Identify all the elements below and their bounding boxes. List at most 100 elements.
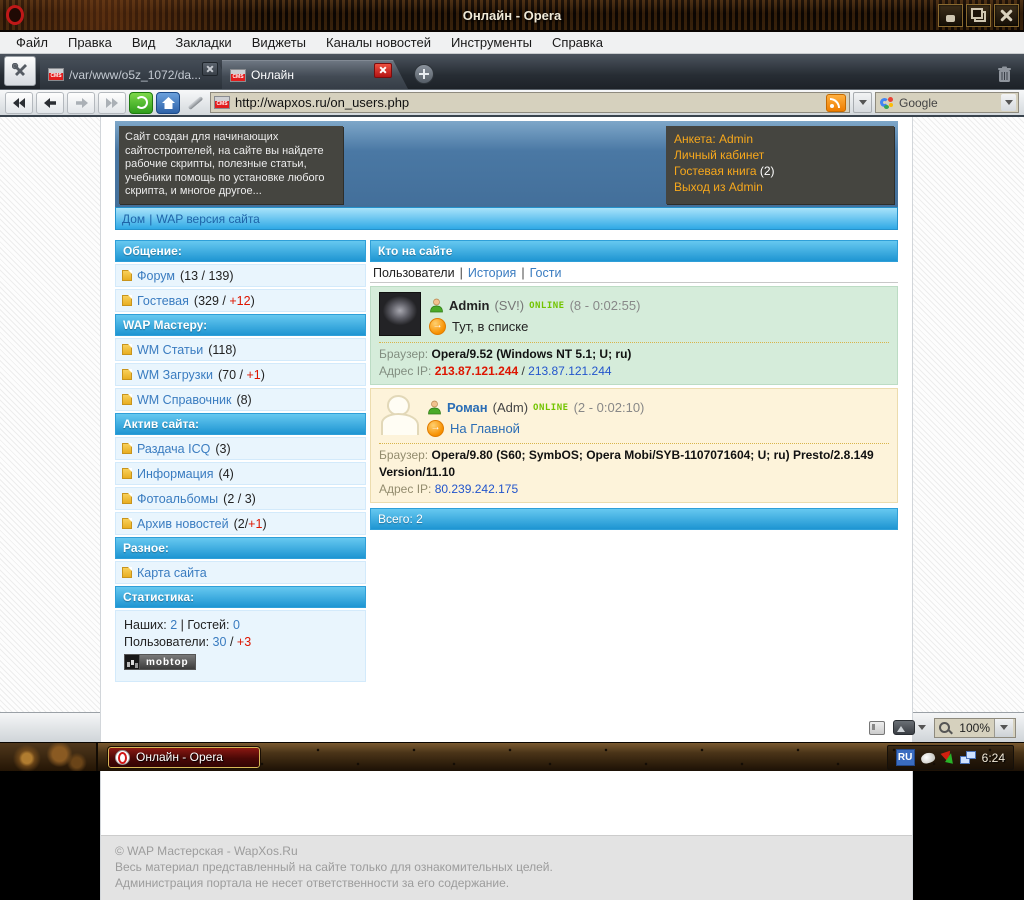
- search-input[interactable]: Google: [875, 92, 1019, 113]
- minimize-button[interactable]: [938, 3, 963, 27]
- menu-help[interactable]: Справка: [542, 33, 613, 52]
- breadcrumb-home-link[interactable]: Дом: [122, 212, 145, 226]
- start-button[interactable]: [0, 743, 98, 771]
- tray-clock[interactable]: 6:24: [982, 751, 1005, 765]
- search-dropdown-button[interactable]: [1001, 94, 1016, 111]
- menu-bookmarks[interactable]: Закладки: [165, 33, 241, 52]
- note-button[interactable]: [183, 93, 207, 113]
- home-icon: [161, 96, 175, 109]
- session-info: (2 - 0:02:10): [573, 400, 645, 415]
- arrow-icon: →: [427, 420, 444, 437]
- images-toggle-button[interactable]: [893, 720, 926, 735]
- sidebar-item-information[interactable]: Информация (4): [115, 462, 366, 485]
- menu-edit[interactable]: Правка: [58, 33, 122, 52]
- menu-file[interactable]: Файл: [6, 33, 58, 52]
- mobtop-badge[interactable]: mobtop: [124, 654, 196, 670]
- copyright-line: © WAP Мастерская - WapXos.Ru: [115, 844, 298, 858]
- avatar: [379, 292, 421, 336]
- online-badge: ONLINE: [533, 402, 569, 413]
- tab-background-page[interactable]: CMS /var/www/o5z_1072/da...: [40, 60, 232, 89]
- user-group: (SV!): [494, 298, 525, 313]
- menu-widgets[interactable]: Виджеты: [242, 33, 316, 52]
- online-tabs: Пользователи | История | Гости: [370, 263, 898, 283]
- fast-forward-button[interactable]: [98, 91, 126, 114]
- avatar: [379, 393, 419, 436]
- guestbook-link[interactable]: Гостевая книга: [674, 163, 757, 179]
- sidebar-item-news-archive[interactable]: Архив новостей (2/+1): [115, 512, 366, 535]
- online-user-entry: Роман (Adm) ONLINE (2 - 0:02:10) → На Гл…: [370, 388, 898, 503]
- site-header: Сайт создан для начинающих сайтостроител…: [115, 121, 898, 207]
- forward-button[interactable]: [67, 91, 95, 114]
- home-button[interactable]: [156, 91, 180, 114]
- closed-tabs-button[interactable]: [997, 66, 1012, 83]
- disclaimer-line-1: Весь материал представленный на сайте то…: [115, 860, 553, 874]
- sidebar-item-guestbook[interactable]: Гостевая (329 / +12): [115, 289, 366, 312]
- restore-button[interactable]: [966, 3, 991, 27]
- rewind-button[interactable]: [5, 91, 33, 114]
- new-tab-button[interactable]: [414, 64, 434, 84]
- opera-window: Онлайн - Opera Файл Правка Вид Закладки …: [0, 0, 1024, 900]
- chevron-down-icon: [858, 100, 867, 105]
- sidebar-item-articles[interactable]: WM Статьи (118): [115, 338, 366, 361]
- bar-chart-icon: [125, 655, 140, 669]
- cms-favicon-icon: CMS: [48, 68, 64, 81]
- url-text[interactable]: http://wapxos.ru/on_users.php: [235, 95, 821, 110]
- site-description: Сайт создан для начинающих сайтостроител…: [119, 126, 343, 204]
- close-icon: [1000, 9, 1013, 22]
- menu-feeds[interactable]: Каналы новостей: [316, 33, 441, 52]
- user-location[interactable]: На Главной: [450, 421, 520, 436]
- panels-icon[interactable]: [869, 720, 885, 735]
- tab-label: /var/www/o5z_1072/da...: [69, 67, 202, 82]
- panels-toggle-button[interactable]: [4, 56, 36, 86]
- back-button[interactable]: [36, 91, 64, 114]
- trash-icon: [998, 66, 1011, 82]
- sidebar-item-downloads[interactable]: WM Загрузки (70 / +1): [115, 363, 366, 386]
- sidebar-item-sitemap[interactable]: Карта сайта: [115, 561, 366, 584]
- sidebar-item-photoalbums[interactable]: Фотоальбомы (2 / 3): [115, 487, 366, 510]
- language-indicator[interactable]: RU: [895, 749, 915, 766]
- zoom-dropdown-button[interactable]: [994, 718, 1013, 737]
- ip-line: Адрес IP: 80.239.242.175: [379, 482, 519, 496]
- tab-guests-link[interactable]: Гости: [530, 266, 562, 280]
- wrench-icon: [12, 63, 27, 76]
- doc-icon: [122, 518, 132, 529]
- doc-icon: [122, 344, 132, 355]
- menu-tools[interactable]: Инструменты: [441, 33, 542, 52]
- section-header-communication: Общение:: [115, 240, 366, 262]
- sidebar-item-forum[interactable]: Форум (13 / 139): [115, 264, 366, 287]
- tab-close-icon[interactable]: [374, 63, 392, 78]
- user-name[interactable]: Роман: [447, 400, 488, 415]
- refresh-button[interactable]: [129, 91, 153, 114]
- tray-shell-icon[interactable]: [919, 750, 936, 765]
- tray-network-icon[interactable]: [959, 751, 976, 764]
- tab-close-icon[interactable]: [202, 62, 218, 76]
- breadcrumb-wap-link[interactable]: WAP версия сайта: [156, 212, 260, 226]
- restore-icon: [971, 8, 986, 22]
- menu-bar: Файл Правка Вид Закладки Виджеты Каналы …: [0, 32, 1024, 54]
- ip-link[interactable]: 213.87.121.244: [528, 364, 611, 378]
- logout-link[interactable]: Выход из Admin: [674, 179, 763, 195]
- profile-link[interactable]: Анкета: Admin: [674, 131, 753, 147]
- tab-history-link[interactable]: История: [468, 266, 516, 280]
- doc-icon: [122, 270, 132, 281]
- sidebar-item-icq[interactable]: Раздача ICQ (3): [115, 437, 366, 460]
- close-button[interactable]: [994, 3, 1019, 27]
- zoom-control[interactable]: 100%: [934, 717, 1016, 738]
- pencil-icon: [187, 95, 203, 110]
- cabinet-link[interactable]: Личный кабинет: [674, 147, 764, 163]
- doc-icon: [122, 295, 132, 306]
- rss-icon[interactable]: [826, 93, 846, 112]
- sidebar-item-handbook[interactable]: WM Справочник (8): [115, 388, 366, 411]
- tray-antivirus-icon[interactable]: [941, 751, 954, 764]
- fast-forward-icon: [106, 97, 118, 108]
- address-field[interactable]: CMS http://wapxos.ru/on_users.php: [210, 92, 850, 113]
- ip-link[interactable]: 80.239.242.175: [435, 482, 518, 496]
- refresh-icon: [134, 96, 148, 109]
- section-header-site-assets: Актив сайта:: [115, 413, 366, 435]
- taskbar-task-opera[interactable]: Онлайн - Opera: [107, 745, 261, 769]
- menu-view[interactable]: Вид: [122, 33, 166, 52]
- tab-online-active[interactable]: CMS Онлайн: [222, 60, 408, 89]
- tab-bar: CMS /var/www/o5z_1072/da... CMS Онлайн: [0, 54, 1024, 89]
- address-dropdown-button[interactable]: [853, 92, 872, 113]
- online-user-entry: Admin (SV!) ONLINE (8 - 0:02:55) → Тут, …: [370, 286, 898, 385]
